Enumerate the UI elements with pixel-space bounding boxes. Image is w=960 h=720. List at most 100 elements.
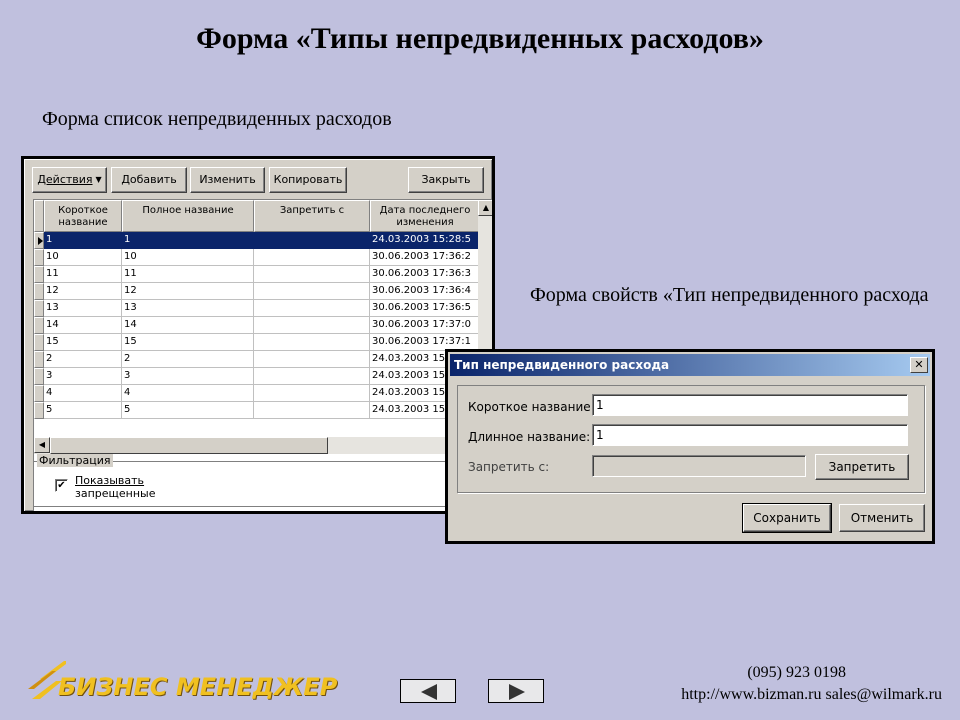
cell-forbid[interactable]	[254, 334, 370, 351]
cell-full[interactable]: 13	[122, 300, 254, 317]
cell-full[interactable]: 14	[122, 317, 254, 334]
table-row[interactable]: 1 1 24.03.2003 15:28:5	[34, 232, 492, 249]
row-indicator[interactable]	[34, 317, 44, 334]
table-row[interactable]: 13 13 30.06.2003 17:36:5	[34, 300, 492, 317]
cell-full[interactable]: 11	[122, 266, 254, 283]
table-row[interactable]: 4 4 24.03.2003 15:	[34, 385, 492, 402]
forbid-button[interactable]: Запретить	[815, 454, 909, 480]
cell-full[interactable]: 15	[122, 334, 254, 351]
add-button[interactable]: Добавить	[111, 167, 187, 193]
show-forbidden-label[interactable]: Показывать запрещенные	[75, 474, 175, 500]
cell-forbid[interactable]	[254, 232, 370, 249]
cell-date[interactable]: 30.06.2003 17:37:0	[370, 317, 480, 334]
table-row[interactable]: 5 5 24.03.2003 15:	[34, 402, 492, 419]
grid-header: Короткое название Полное название Запрет…	[34, 200, 492, 232]
edit-button[interactable]: Изменить	[190, 167, 265, 193]
cell-full[interactable]: 4	[122, 385, 254, 402]
checkmark-icon: ✔	[57, 480, 66, 491]
triangle-left-icon	[421, 684, 437, 700]
save-button[interactable]: Сохранить	[742, 503, 832, 533]
table-row[interactable]: 14 14 30.06.2003 17:37:0	[34, 317, 492, 334]
forbid-from-field[interactable]	[592, 455, 806, 477]
close-button[interactable]: Закрыть	[408, 167, 484, 193]
cell-short[interactable]: 12	[44, 283, 122, 300]
column-header-full-name[interactable]: Полное название	[122, 200, 254, 232]
row-indicator[interactable]	[34, 283, 44, 300]
cell-full[interactable]: 5	[122, 402, 254, 419]
horizontal-scroll-thumb[interactable]	[50, 437, 328, 454]
next-slide-button[interactable]	[488, 679, 544, 703]
cell-short[interactable]: 5	[44, 402, 122, 419]
show-forbidden-label-line2: запрещенные	[75, 487, 156, 500]
row-indicator[interactable]	[34, 402, 44, 419]
short-name-label: Короткое название:	[468, 400, 595, 414]
cell-full[interactable]: 3	[122, 368, 254, 385]
table-row[interactable]: 10 10 30.06.2003 17:36:2	[34, 249, 492, 266]
table-row[interactable]: 15 15 30.06.2003 17:37:1	[34, 334, 492, 351]
forbid-from-label: Запретить с:	[468, 460, 550, 474]
horizontal-scrollbar[interactable]: ◀	[34, 437, 492, 454]
actions-label: Действия	[37, 173, 93, 186]
row-indicator[interactable]	[34, 334, 44, 351]
cell-short[interactable]: 11	[44, 266, 122, 283]
cell-forbid[interactable]	[254, 368, 370, 385]
short-name-field[interactable]: 1	[592, 394, 908, 416]
caption-list-form: Форма список непредвиденных расходов	[42, 108, 392, 130]
cell-forbid[interactable]	[254, 300, 370, 317]
website-email[interactable]: http://www.bizman.ru sales@wilmark.ru	[602, 684, 942, 706]
cell-forbid[interactable]	[254, 402, 370, 419]
row-indicator[interactable]	[34, 249, 44, 266]
cancel-button[interactable]: Отменить	[839, 504, 925, 532]
triangle-right-icon	[509, 684, 525, 700]
cell-full[interactable]: 12	[122, 283, 254, 300]
cell-short[interactable]: 1	[44, 232, 122, 249]
cell-full[interactable]: 10	[122, 249, 254, 266]
cell-date[interactable]: 30.06.2003 17:36:4	[370, 283, 480, 300]
cell-date[interactable]: 24.03.2003 15:28:5	[370, 232, 480, 249]
table-row[interactable]: 3 3 24.03.2003 15:	[34, 368, 492, 385]
cell-short[interactable]: 13	[44, 300, 122, 317]
cell-date[interactable]: 30.06.2003 17:36:5	[370, 300, 480, 317]
cell-short[interactable]: 14	[44, 317, 122, 334]
cell-short[interactable]: 10	[44, 249, 122, 266]
cell-forbid[interactable]	[254, 283, 370, 300]
filter-legend: Фильтрация	[37, 454, 113, 467]
cell-short[interactable]: 15	[44, 334, 122, 351]
column-header-short-name[interactable]: Короткое название	[44, 200, 122, 232]
cell-forbid[interactable]	[254, 351, 370, 368]
copy-button[interactable]: Копировать	[269, 167, 347, 193]
column-header-forbid-from[interactable]: Запретить с	[254, 200, 370, 232]
dropdown-arrow-icon: ▼	[95, 175, 102, 184]
row-indicator[interactable]	[34, 351, 44, 368]
table-row[interactable]: 11 11 30.06.2003 17:36:3	[34, 266, 492, 283]
row-indicator[interactable]	[34, 385, 44, 402]
table-row[interactable]: 12 12 30.06.2003 17:36:4	[34, 283, 492, 300]
row-indicator[interactable]	[34, 300, 44, 317]
column-header-last-modified[interactable]: Дата последнего изменения	[370, 200, 480, 232]
cell-date[interactable]: 30.06.2003 17:36:2	[370, 249, 480, 266]
cell-full[interactable]: 2	[122, 351, 254, 368]
close-icon[interactable]: ✕	[910, 357, 928, 373]
cell-short[interactable]: 2	[44, 351, 122, 368]
cell-forbid[interactable]	[254, 385, 370, 402]
long-name-field[interactable]: 1	[592, 424, 908, 446]
scroll-up-icon[interactable]: ▲	[478, 200, 492, 216]
previous-slide-button[interactable]	[400, 679, 456, 703]
cell-short[interactable]: 4	[44, 385, 122, 402]
current-row-pointer-icon	[38, 237, 43, 245]
cell-short[interactable]: 3	[44, 368, 122, 385]
show-forbidden-checkbox[interactable]: ✔	[55, 479, 68, 492]
cell-forbid[interactable]	[254, 317, 370, 334]
actions-menu-button[interactable]: Действия ▼	[32, 167, 107, 193]
cell-forbid[interactable]	[254, 249, 370, 266]
cell-full[interactable]: 1	[122, 232, 254, 249]
table-row[interactable]: 2 2 24.03.2003 15:	[34, 351, 492, 368]
scroll-left-icon[interactable]: ◀	[34, 437, 50, 453]
logo-text: БИЗНЕС МЕНЕДЖЕР	[58, 673, 338, 701]
cell-date[interactable]: 30.06.2003 17:36:3	[370, 266, 480, 283]
row-indicator[interactable]	[34, 232, 44, 249]
phone-number: (095) 923 0198	[747, 664, 846, 681]
row-indicator[interactable]	[34, 266, 44, 283]
cell-forbid[interactable]	[254, 266, 370, 283]
row-indicator[interactable]	[34, 368, 44, 385]
